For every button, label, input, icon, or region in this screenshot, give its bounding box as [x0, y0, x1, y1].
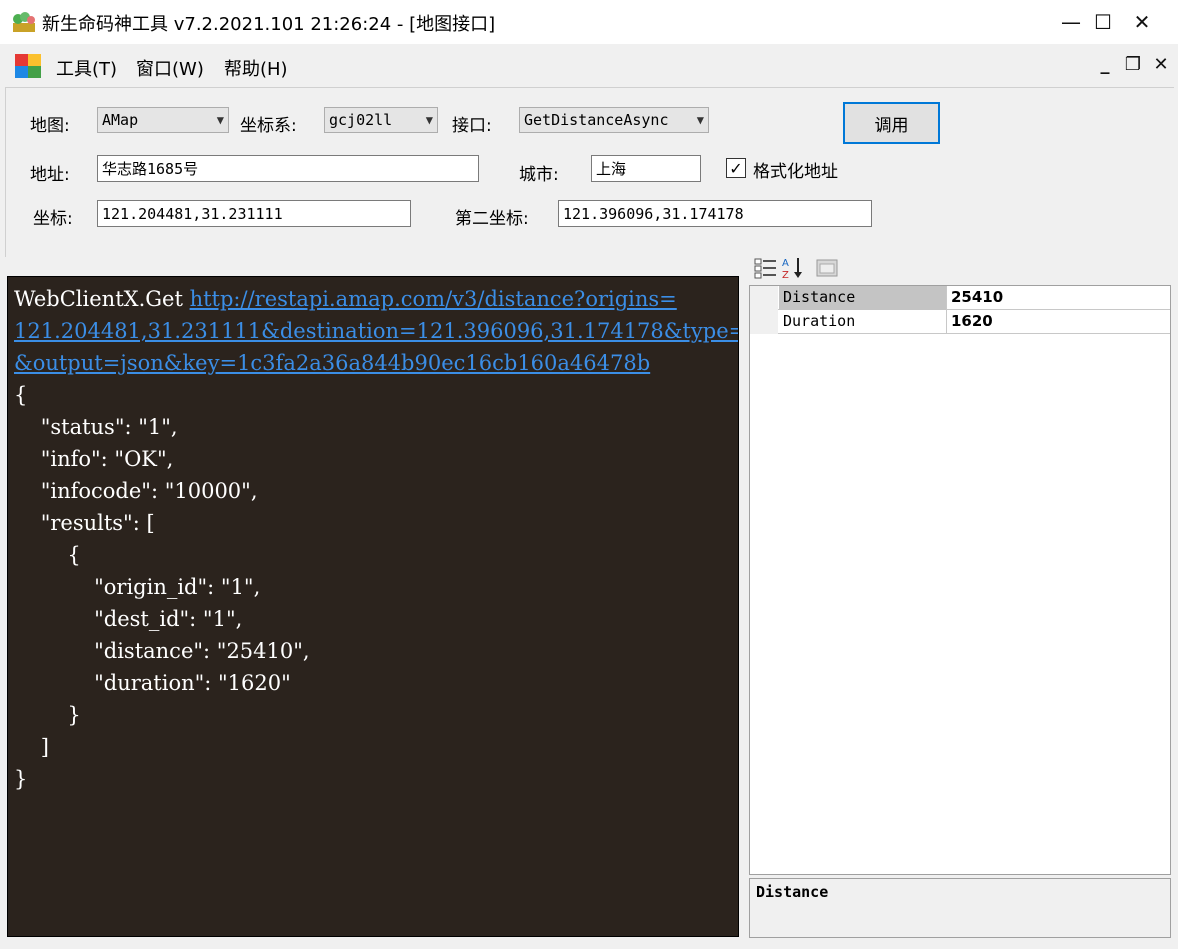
property-pages-icon[interactable] — [815, 256, 839, 280]
map-select[interactable]: AMap ▼ — [97, 107, 229, 133]
map-select-value: AMap — [102, 111, 139, 129]
alphabetical-sort-icon[interactable]: A Z — [780, 256, 804, 280]
api-select[interactable]: GetDistanceAsync ▼ — [519, 107, 709, 133]
chevron-down-icon: ▼ — [216, 113, 224, 127]
request-url-part3[interactable]: &output=json&key=1c3fa2a36a844b90ec16cb1… — [14, 351, 650, 375]
city-input[interactable]: 上海 — [591, 155, 701, 182]
coord-input[interactable]: 121.204481,31.231111 — [97, 200, 411, 227]
request-url-part1[interactable]: http://restapi.amap.com/v3/distance?orig… — [190, 287, 677, 311]
categorized-view-icon[interactable] — [754, 256, 778, 280]
property-name-duration[interactable]: Duration — [779, 310, 946, 334]
api-label: 接口: — [452, 116, 492, 136]
svg-text:Z: Z — [782, 270, 789, 280]
mdi-restore-button[interactable]: ❐ — [1122, 54, 1144, 75]
city-label: 城市: — [519, 165, 559, 185]
json-line: "info": "OK", — [14, 447, 174, 471]
second-coord-input[interactable]: 121.396096,31.174178 — [558, 200, 872, 227]
request-prefix: WebClientX.Get — [14, 287, 190, 311]
output-pane[interactable]: WebClientX.Get http://restapi.amap.com/v… — [7, 276, 739, 937]
json-line: { — [14, 543, 81, 567]
mdi-minimize-button[interactable]: _ — [1094, 54, 1116, 75]
json-line: "distance": "25410", — [14, 639, 310, 663]
mdi-close-button[interactable]: ✕ — [1150, 54, 1172, 75]
format-address-label: 格式化地址 — [753, 162, 838, 182]
json-line: "origin_id": "1", — [14, 575, 261, 599]
json-line: "status": "1", — [14, 415, 178, 439]
json-line: "results": [ — [14, 511, 155, 535]
property-grid[interactable] — [749, 285, 1171, 875]
window-title: 新生命码神工具 v7.2.2021.101 21:26:24 - [地图接口] — [42, 14, 496, 35]
close-button[interactable]: ✕ — [1110, 0, 1174, 44]
coord-label: 坐标: — [33, 209, 73, 229]
property-row-gutter — [750, 310, 778, 334]
json-line: "infocode": "10000", — [14, 479, 258, 503]
property-value-distance[interactable]: 25410 — [946, 286, 1170, 310]
json-line: } — [14, 703, 81, 727]
address-label: 地址: — [30, 165, 70, 185]
format-address-checkbox[interactable]: ✓ — [726, 158, 746, 178]
coord-system-label: 坐标系: — [240, 116, 297, 136]
map-label: 地图: — [30, 116, 70, 136]
property-help-panel: Distance — [749, 878, 1171, 938]
api-select-value: GetDistanceAsync — [524, 111, 669, 129]
property-value-duration[interactable]: 1620 — [946, 310, 1170, 334]
property-name-distance[interactable]: Distance — [779, 286, 946, 310]
menu-tools[interactable]: 工具(T) — [56, 55, 117, 81]
menu-window[interactable]: 窗口(W) — [136, 55, 204, 81]
coord-system-select[interactable]: gcj02ll ▼ — [324, 107, 438, 133]
json-line: "duration": "1620" — [14, 671, 291, 695]
call-button[interactable]: 调用 — [843, 102, 940, 144]
svg-text:A: A — [782, 258, 789, 269]
request-url-part2[interactable]: 121.204481,31.231111&destination=121.396… — [14, 319, 738, 343]
json-line: ] — [14, 735, 49, 759]
menu-help[interactable]: 帮助(H) — [224, 55, 288, 81]
chevron-down-icon: ▼ — [696, 113, 704, 127]
json-line: "dest_id": "1", — [14, 607, 243, 631]
json-line: } — [14, 767, 28, 791]
coord-system-select-value: gcj02ll — [329, 111, 393, 129]
window-menu-icon[interactable] — [14, 53, 42, 79]
json-line: { — [14, 383, 28, 407]
property-row-gutter — [750, 286, 778, 310]
chevron-down-icon: ▼ — [425, 113, 433, 127]
request-line: WebClientX.Get http://restapi.amap.com/v… — [14, 283, 738, 315]
address-input[interactable]: 华志路1685号 — [97, 155, 479, 182]
app-icon — [13, 12, 35, 32]
second-coord-label: 第二坐标: — [455, 209, 529, 229]
